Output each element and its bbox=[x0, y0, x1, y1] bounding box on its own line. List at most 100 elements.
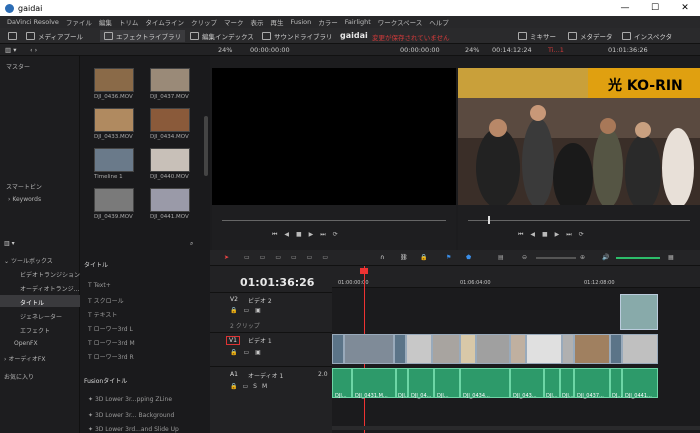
monitor-icon[interactable] bbox=[8, 30, 20, 42]
toolbox-item-audio-transitions[interactable]: オーディオトランジ... bbox=[20, 284, 79, 293]
fusion-title-item[interactable]: ✦ 3D Lower 3r... Background bbox=[88, 412, 174, 419]
timeline-ruler[interactable]: 01:00:00:00 01:06:04:00 01:12:08:00 bbox=[332, 266, 700, 288]
v1-clip[interactable] bbox=[476, 334, 510, 364]
toolbox-item-openfx[interactable]: OpenFX bbox=[14, 340, 38, 347]
menu-clip[interactable]: クリップ bbox=[191, 17, 217, 27]
marker-icon[interactable]: ⬟ bbox=[466, 254, 471, 261]
clip-thumbnail[interactable] bbox=[94, 68, 134, 92]
v1-clip[interactable] bbox=[460, 334, 476, 364]
fusion-title-item[interactable]: ✦ 3D Lower 3rd...and Slide Up bbox=[88, 426, 179, 433]
v1-clip[interactable] bbox=[622, 334, 658, 364]
toolbox-item-video-transitions[interactable]: ビデオトランジション bbox=[20, 270, 80, 279]
favorites-header[interactable]: お気に入り bbox=[4, 372, 34, 381]
clip-thumbnail[interactable] bbox=[150, 148, 190, 172]
v1-clip[interactable] bbox=[394, 334, 406, 364]
zoom-in-icon[interactable]: ⊕ bbox=[580, 254, 585, 261]
timeline-playback-controls[interactable]: ⏮◀■▶⏭⟳ bbox=[518, 231, 591, 239]
v1-clip[interactable] bbox=[432, 334, 460, 364]
a1-clip[interactable]: DJI_0431.M... bbox=[352, 368, 396, 399]
toolbox-item-effects[interactable]: エフェクト bbox=[20, 326, 50, 335]
clip-thumbnail[interactable] bbox=[150, 68, 190, 92]
fusion-title-item[interactable]: ✦ 3D Lower 3r...pping ZLine bbox=[88, 396, 172, 403]
a1-clip[interactable]: DJI... bbox=[544, 368, 560, 399]
track-name[interactable]: ビデオ 1 bbox=[248, 336, 272, 345]
v1-clip[interactable] bbox=[406, 334, 432, 364]
v1-clip[interactable] bbox=[332, 334, 344, 364]
clip-thumbnail[interactable] bbox=[150, 108, 190, 132]
title-item[interactable]: T ローワー3rd M bbox=[88, 338, 135, 347]
title-item[interactable]: T スクロール bbox=[88, 296, 124, 305]
media-pool-button[interactable]: メディアプール bbox=[26, 30, 83, 42]
zoom-slider[interactable] bbox=[536, 257, 576, 259]
bin-view-icon[interactable]: ▥ ▾ bbox=[5, 46, 16, 54]
toolbox-header[interactable]: ⌄ ツールボックス bbox=[4, 256, 53, 265]
timeline-area[interactable]: 01:00:00:00 01:06:04:00 01:12:08:00 DJI.… bbox=[332, 266, 700, 433]
a1-clip[interactable]: DJI_0434... bbox=[460, 368, 510, 399]
title-item[interactable]: T テキスト bbox=[88, 310, 117, 319]
master-bin[interactable]: マスター bbox=[6, 62, 30, 71]
clips-scrollbar[interactable] bbox=[204, 116, 208, 176]
clip-thumbnail[interactable] bbox=[94, 188, 134, 212]
volume-icon[interactable]: 🔊 bbox=[602, 254, 609, 261]
clip-thumbnail[interactable] bbox=[94, 108, 134, 132]
clip-thumbnail[interactable] bbox=[150, 188, 190, 212]
menu-help[interactable]: ヘルプ bbox=[429, 17, 449, 27]
v1-clip[interactable] bbox=[574, 334, 610, 364]
menu-workspace[interactable]: ワークスペース bbox=[378, 17, 423, 27]
snapping-icon[interactable]: ∩ bbox=[380, 254, 384, 261]
title-item[interactable]: T Text+ bbox=[88, 282, 111, 289]
timeline-viewer[interactable]: 光 KO-RIN bbox=[458, 68, 700, 205]
viewer-playhead[interactable] bbox=[488, 216, 490, 224]
toolbox-item-audiofx[interactable]: › オーディオFX bbox=[4, 354, 45, 363]
track-name[interactable]: ビデオ 2 bbox=[248, 296, 272, 305]
source-zoom[interactable]: 24% bbox=[218, 46, 232, 54]
v1-clip[interactable] bbox=[610, 334, 622, 364]
inspector-button[interactable]: インスペクタ bbox=[622, 30, 672, 42]
search-icon[interactable]: ⌕ bbox=[190, 240, 193, 248]
link-icon[interactable]: ⛓ bbox=[400, 254, 408, 261]
menu-fusion[interactable]: Fusion bbox=[290, 18, 311, 26]
source-viewer[interactable] bbox=[212, 68, 456, 205]
zoom-out-icon[interactable]: ⊖ bbox=[522, 254, 527, 261]
maximize-button[interactable]: ☐ bbox=[640, 0, 670, 16]
edit-index-button[interactable]: 編集インデックス bbox=[190, 30, 254, 42]
track-name[interactable]: オーディオ 1 bbox=[248, 371, 283, 380]
v2-clip[interactable] bbox=[620, 294, 658, 330]
track-controls[interactable]: 🔒▭SM bbox=[230, 383, 272, 390]
menu-fairlight[interactable]: Fairlight bbox=[345, 18, 371, 26]
v1-clip[interactable] bbox=[562, 334, 574, 364]
source-scrubber[interactable] bbox=[222, 220, 446, 221]
keywords-bin[interactable]: › Keywords bbox=[8, 196, 41, 203]
a1-clip[interactable]: DJI... bbox=[332, 368, 352, 399]
a1-clip[interactable]: DJI... bbox=[396, 368, 410, 399]
edit-tools-icons[interactable]: ▭▭▭▭▭▭ bbox=[244, 254, 338, 261]
toolbox-item-titles[interactable]: タイトル bbox=[20, 298, 44, 307]
timeline-zoom[interactable]: 24% bbox=[465, 46, 479, 54]
track-controls[interactable]: 🔒▭▣ bbox=[230, 307, 267, 314]
menu-playback[interactable]: 再生 bbox=[270, 17, 283, 27]
sound-library-button[interactable]: サウンドライブラリ bbox=[262, 30, 333, 42]
timeline-view-icon[interactable]: ▤ bbox=[498, 254, 504, 261]
a1-clip[interactable]: DJI_0441... bbox=[622, 368, 658, 399]
title-item[interactable]: T ローワー3rd R bbox=[88, 352, 134, 361]
metadata-button[interactable]: メタデータ bbox=[568, 30, 613, 42]
panel-view-icon[interactable]: ▥ ▾ bbox=[4, 240, 15, 247]
track-id[interactable]: V1 bbox=[226, 336, 240, 345]
close-button[interactable]: ✕ bbox=[670, 0, 700, 16]
a1-clip[interactable]: DJI_043... bbox=[510, 368, 544, 399]
menu-view[interactable]: 表示 bbox=[250, 17, 263, 27]
timeline-thumbnail[interactable] bbox=[94, 148, 134, 172]
track-controls[interactable]: 🔒▭▣ bbox=[230, 349, 267, 356]
nav-arrows-icon[interactable]: ‹ › bbox=[30, 46, 37, 54]
source-playback-controls[interactable]: ⏮◀■▶⏭⟳ bbox=[272, 231, 345, 239]
timeline-scrollbar[interactable] bbox=[332, 426, 700, 430]
toolbox-item-generators[interactable]: ジェネレーター bbox=[20, 312, 62, 321]
playhead-handle[interactable] bbox=[360, 268, 368, 274]
a1-clip[interactable]: DJI_0437... bbox=[574, 368, 610, 399]
title-item[interactable]: T ローワー3rd L bbox=[88, 324, 133, 333]
menu-davinci[interactable]: DaVinci Resolve bbox=[7, 18, 59, 26]
timeline-scrubber[interactable] bbox=[468, 220, 690, 221]
v1-clip[interactable] bbox=[344, 334, 394, 364]
a1-clip[interactable]: DJI... bbox=[560, 368, 574, 399]
menu-mark[interactable]: マーク bbox=[224, 17, 244, 27]
